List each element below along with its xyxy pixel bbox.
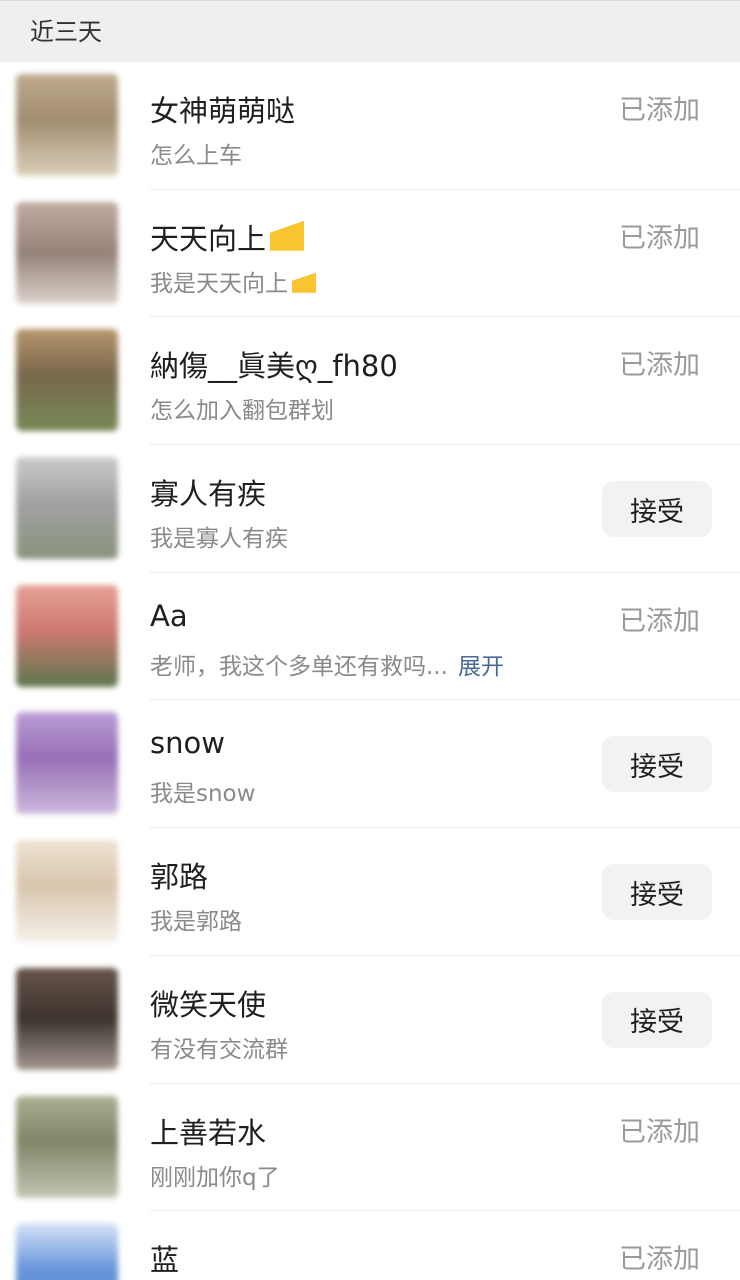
avatar[interactable] [16, 967, 118, 1070]
friend-request-row[interactable]: 納傷__眞美ღ_fh80 怎么加入翻包群划 已添加 [0, 317, 740, 446]
friend-name: 蓝 [150, 1243, 180, 1278]
request-message: 怎么上车 [150, 143, 242, 169]
added-status: 已添加 [619, 1116, 700, 1148]
friend-name: 女神萌萌哒 [150, 94, 296, 128]
friend-request-row[interactable]: 天天向上 我是天天向上 已添加 [0, 189, 740, 318]
accept-button[interactable]: 接受 [602, 991, 712, 1048]
friend-request-row[interactable]: Aa 老师，我这个多单还有救吗... 展开 已添加 [0, 572, 740, 701]
added-status: 已添加 [619, 222, 700, 254]
avatar[interactable] [16, 584, 118, 687]
request-message: 老师，我这个多单还有救吗... 展开 [150, 653, 504, 680]
friend-request-row[interactable]: snow 我是snow 接受 [0, 700, 740, 829]
cheese-icon [270, 220, 305, 251]
request-message: 我是寡人有疾 [150, 526, 288, 553]
friend-name: snow [150, 726, 225, 761]
avatar[interactable] [16, 840, 118, 943]
friend-name: 寡人有疾 [150, 477, 267, 512]
friend-name: 納傷__眞美ღ_fh80 [150, 349, 398, 384]
avatar[interactable] [16, 74, 118, 176]
avatar[interactable] [16, 329, 118, 432]
avatar[interactable] [16, 457, 118, 560]
friend-request-row[interactable]: 上善若水 刚刚加你q了 已添加 [0, 1083, 740, 1212]
avatar[interactable] [16, 1223, 118, 1280]
accept-button[interactable]: 接受 [602, 736, 712, 793]
new-friends-screen: 近三天 女神萌萌哒 怎么上车 已添加 天天向上 我是天天向上 已添加 納傷__眞… [0, 0, 740, 1280]
accept-button[interactable]: 接受 [602, 481, 712, 538]
avatar[interactable] [16, 712, 118, 815]
request-message: 怎么加入翻包群划 [150, 398, 334, 425]
added-status: 已添加 [619, 1244, 700, 1276]
request-message: 有没有交流群 [150, 1036, 288, 1063]
request-message: 我是snow [150, 781, 256, 808]
section-header: 近三天 [0, 0, 740, 62]
friend-request-row[interactable]: 寡人有疾 我是寡人有疾 接受 [0, 445, 740, 573]
added-status: 已添加 [619, 350, 700, 382]
friend-request-row[interactable]: 蓝 已添加 [0, 1211, 740, 1280]
friend-name: 微笑天使 [150, 987, 267, 1022]
avatar[interactable] [16, 201, 118, 304]
added-status: 已添加 [619, 605, 700, 637]
friend-request-row[interactable]: 女神萌萌哒 怎么上车 已添加 [0, 62, 740, 190]
friend-name: 上善若水 [150, 1115, 267, 1150]
friend-name: 天天向上 [150, 216, 570, 258]
expand-link[interactable]: 展开 [458, 654, 504, 680]
added-status: 已添加 [619, 95, 700, 126]
accept-button[interactable]: 接受 [602, 864, 712, 921]
avatar[interactable] [16, 1095, 118, 1198]
friend-request-row[interactable]: 微笑天使 有没有交流群 接受 [0, 955, 740, 1084]
friend-request-row[interactable]: 郭路 我是郭路 接受 [0, 828, 740, 956]
request-message: 我是郭路 [150, 909, 242, 936]
friend-request-list: 女神萌萌哒 怎么上车 已添加 天天向上 我是天天向上 已添加 納傷__眞美ღ_f… [0, 62, 740, 1280]
section-title: 近三天 [30, 18, 102, 46]
request-message: 刚刚加你q了 [150, 1164, 280, 1191]
request-message: 我是天天向上 [150, 264, 660, 298]
friend-name: 郭路 [150, 860, 209, 895]
friend-name: Aa [150, 598, 188, 633]
cheese-icon [292, 272, 316, 293]
